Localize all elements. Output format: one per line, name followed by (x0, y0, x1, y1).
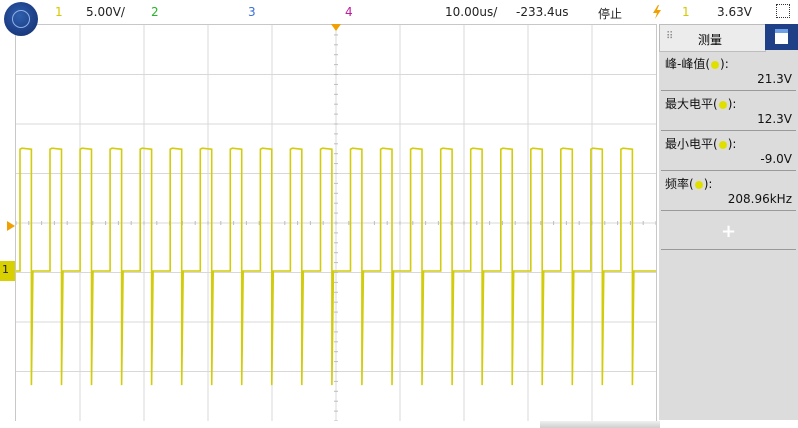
measurement-label: 峰-峰值(): (665, 57, 729, 71)
ch1-marker-label: 1 (2, 263, 9, 276)
document-tab[interactable] (765, 24, 798, 50)
ch4-number[interactable]: 4 (345, 5, 353, 19)
run-state[interactable]: 停止 (598, 5, 622, 22)
drag-handle-icon[interactable]: ⠿ (666, 31, 673, 42)
waveform-canvas (16, 25, 656, 421)
document-icon (775, 29, 788, 44)
trigger-channel[interactable]: 1 (682, 5, 690, 19)
measurement-value: -9.0V (760, 152, 792, 166)
bottom-toolbar (0, 421, 798, 428)
trigger-delay[interactable]: -233.4us (516, 5, 569, 19)
measurement-label: 最小电平(): (665, 137, 737, 151)
channel-dot-icon (711, 60, 720, 69)
ch1-ground-marker[interactable]: 1 (0, 261, 15, 281)
logo-button[interactable] (4, 2, 38, 36)
channel-dot-icon (718, 140, 727, 149)
measurement-row-min[interactable]: 最小电平(): -9.0V (661, 131, 796, 171)
ch3-number[interactable]: 3 (248, 5, 256, 19)
measurement-value: 12.3V (757, 112, 792, 126)
add-measurement-button[interactable]: + (661, 219, 796, 250)
trigger-level[interactable]: 3.63V (717, 5, 752, 19)
screen-icon[interactable] (776, 4, 790, 18)
ch1-number[interactable]: 1 (55, 5, 63, 19)
timebase-scale[interactable]: 10.00us/ (445, 5, 497, 19)
measurement-row-peak-to-peak[interactable]: 峰-峰值(): 21.3V (661, 51, 796, 91)
ch2-number[interactable]: 2 (151, 5, 159, 19)
trigger-level-marker[interactable] (7, 221, 15, 231)
lightning-trigger-icon (653, 5, 661, 19)
measurement-row-max[interactable]: 最大电平(): 12.3V (661, 91, 796, 131)
measurement-label: 频率(): (665, 177, 713, 191)
waveform-display[interactable] (15, 24, 657, 422)
softkey-bar[interactable] (540, 421, 660, 428)
measurement-value: 21.3V (757, 72, 792, 86)
status-bar: 1 5.00V/ 2 3 4 10.00us/ -233.4us 停止 1 3.… (0, 0, 798, 36)
measurement-row-frequency[interactable]: 频率(): 208.96kHz (661, 171, 796, 211)
panel-title: 测量 (698, 33, 723, 47)
logo-icon (12, 10, 30, 28)
measurement-label: 最大电平(): (665, 97, 737, 111)
panel-header[interactable]: ⠿ 测量 (659, 24, 766, 52)
measurement-panel: ⠿ 测量 峰-峰值(): 21.3V 最大电平(): 12.3V 最小电平():… (659, 24, 798, 420)
channel-dot-icon (694, 180, 703, 189)
ch1-scale[interactable]: 5.00V/ (86, 5, 125, 19)
trigger-position-marker[interactable] (331, 24, 341, 31)
measurement-value: 208.96kHz (727, 192, 792, 206)
channel-dot-icon (718, 100, 727, 109)
